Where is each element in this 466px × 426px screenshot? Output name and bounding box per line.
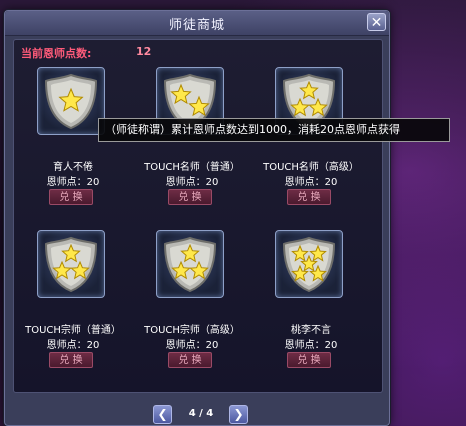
redeem-button[interactable]: 兑 换 xyxy=(287,352,331,368)
window-title: 师徒商城 xyxy=(168,18,225,33)
redeem-button[interactable]: 兑 换 xyxy=(49,189,93,205)
background-scenery xyxy=(402,118,466,418)
item-name: TOUCH宗师（高级） xyxy=(144,325,240,336)
prev-page-button[interactable]: ❮ xyxy=(153,405,172,424)
shield-badge-icon xyxy=(44,236,98,293)
item-name: 育人不倦 xyxy=(53,162,93,173)
mentor-shop-window: 师徒商城 ✕ 当前恩师点数: 12 育人不倦 恩师点：20 兑 换 TOUCH名师（普… xyxy=(4,10,390,426)
close-button[interactable]: ✕ xyxy=(367,13,386,31)
item-cost: 恩师点：20 xyxy=(284,177,338,188)
chevron-right-icon: ❯ xyxy=(233,407,244,421)
redeem-button[interactable]: 兑 换 xyxy=(49,352,93,368)
close-icon: ✕ xyxy=(370,15,383,31)
shop-item: 桃李不言恩师点：20 兑 换 xyxy=(251,230,371,390)
redeem-button[interactable]: 兑 换 xyxy=(287,189,331,205)
item-tooltip: （师徒称谓）累计恩师点数达到1000，消耗20点恩师点获得 xyxy=(98,118,450,142)
shop-item: 育人不倦恩师点：20 兑 换 xyxy=(13,67,133,227)
shop-item: TOUCH名师（普通） 恩师点：20 兑 换 xyxy=(132,67,252,227)
chevron-left-icon: ❮ xyxy=(157,407,168,421)
item-cost: 恩师点：20 xyxy=(284,340,338,351)
item-cost: 恩师点：20 xyxy=(46,340,100,351)
shop-item: TOUCH宗师（普通） 恩师点：20 兑 换 xyxy=(13,230,133,390)
item-slot[interactable] xyxy=(37,230,105,298)
shield-badge-icon xyxy=(282,236,336,293)
item-name: TOUCH宗师（普通） xyxy=(25,325,121,336)
title-bar[interactable]: 师徒商城 xyxy=(5,11,389,36)
points-value: 12 xyxy=(136,45,152,58)
next-page-button[interactable]: ❯ xyxy=(229,405,248,424)
item-slot[interactable] xyxy=(37,67,105,135)
redeem-button[interactable]: 兑 换 xyxy=(168,189,212,205)
pager: ❮ 4 / 4 ❯ xyxy=(153,405,249,425)
item-slot[interactable] xyxy=(275,230,343,298)
page-indicator: 4 / 4 xyxy=(188,408,214,419)
redeem-button[interactable]: 兑 换 xyxy=(168,352,212,368)
item-slot[interactable] xyxy=(156,230,224,298)
item-name: TOUCH名师（普通） xyxy=(144,162,240,173)
item-name: TOUCH名师（高级） xyxy=(263,162,359,173)
shop-item: TOUCH名师（高级） 恩师点：20 兑 换 xyxy=(251,67,371,227)
item-cost: 恩师点：20 xyxy=(46,177,100,188)
item-cost: 恩师点：20 xyxy=(165,177,219,188)
points-label: 当前恩师点数: xyxy=(21,47,92,60)
shield-badge-icon xyxy=(163,236,217,293)
item-name: 桃李不言 xyxy=(291,325,331,336)
item-cost: 恩师点：20 xyxy=(165,340,219,351)
shop-item: TOUCH宗师（高级） 恩师点：20 兑 换 xyxy=(132,230,252,390)
shield-badge-icon xyxy=(44,73,98,130)
